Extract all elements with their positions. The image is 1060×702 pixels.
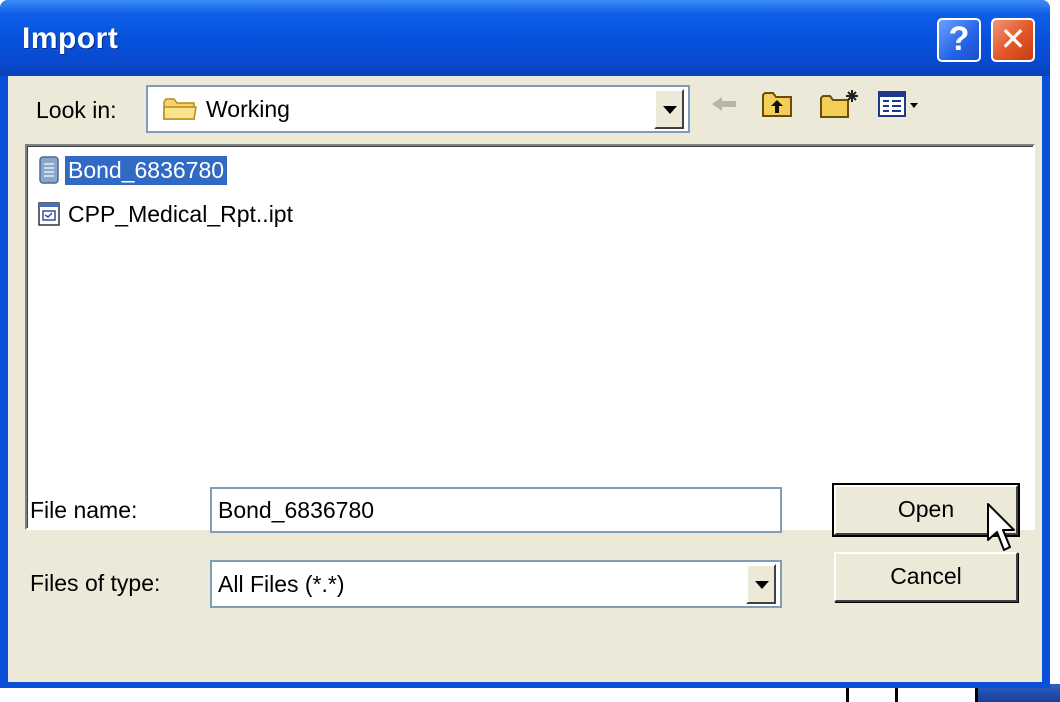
lookin-dropdown[interactable]: Working bbox=[146, 85, 690, 133]
up-folder-icon[interactable] bbox=[760, 88, 794, 120]
help-button[interactable]: ? bbox=[937, 18, 981, 62]
close-button[interactable]: ✕ bbox=[991, 18, 1035, 62]
dialog-title: Import bbox=[22, 22, 119, 55]
filetype-value: All Files (*.*) bbox=[218, 571, 345, 597]
dialog-body: Look in: Working Bond_6836780 CPP_Medica… bbox=[8, 76, 1042, 682]
help-icon: ? bbox=[948, 20, 970, 58]
chevron-down-icon bbox=[663, 106, 677, 114]
file-list[interactable]: Bond_6836780 CPP_Medical_Rpt..ipt bbox=[25, 144, 1035, 530]
close-icon: ✕ bbox=[999, 20, 1027, 58]
script-file-icon bbox=[38, 202, 60, 226]
file-name: CPP_Medical_Rpt..ipt bbox=[68, 200, 293, 227]
lookin-label: Look in: bbox=[36, 97, 117, 123]
filename-input[interactable] bbox=[212, 489, 780, 531]
file-item-bond[interactable]: Bond_6836780 bbox=[37, 153, 228, 187]
file-name: Bond_6836780 bbox=[65, 155, 228, 185]
lookin-value: Working bbox=[206, 96, 290, 122]
chevron-down-icon bbox=[755, 581, 769, 589]
filetype-dropdown-button[interactable] bbox=[746, 564, 776, 604]
file-item-cpp-medical[interactable]: CPP_Medical_Rpt..ipt bbox=[37, 197, 296, 231]
filetype-dropdown[interactable]: All Files (*.*) bbox=[210, 560, 782, 608]
folder-icon bbox=[163, 98, 197, 120]
cancel-button[interactable]: Cancel bbox=[834, 552, 1018, 602]
document-icon bbox=[39, 156, 59, 184]
back-arrow-icon[interactable] bbox=[708, 88, 740, 120]
filename-label: File name: bbox=[30, 497, 138, 523]
import-dialog: Import ? ✕ Look in: Working Bond_6836780… bbox=[0, 0, 1050, 688]
lookin-dropdown-button[interactable] bbox=[654, 89, 684, 129]
filetype-label: Files of type: bbox=[30, 570, 161, 596]
mouse-cursor-icon bbox=[987, 503, 1015, 551]
title-bar[interactable]: Import ? ✕ bbox=[0, 0, 1050, 76]
view-menu-icon[interactable] bbox=[876, 88, 922, 120]
new-folder-icon[interactable] bbox=[818, 88, 860, 120]
filename-field[interactable] bbox=[210, 487, 782, 533]
